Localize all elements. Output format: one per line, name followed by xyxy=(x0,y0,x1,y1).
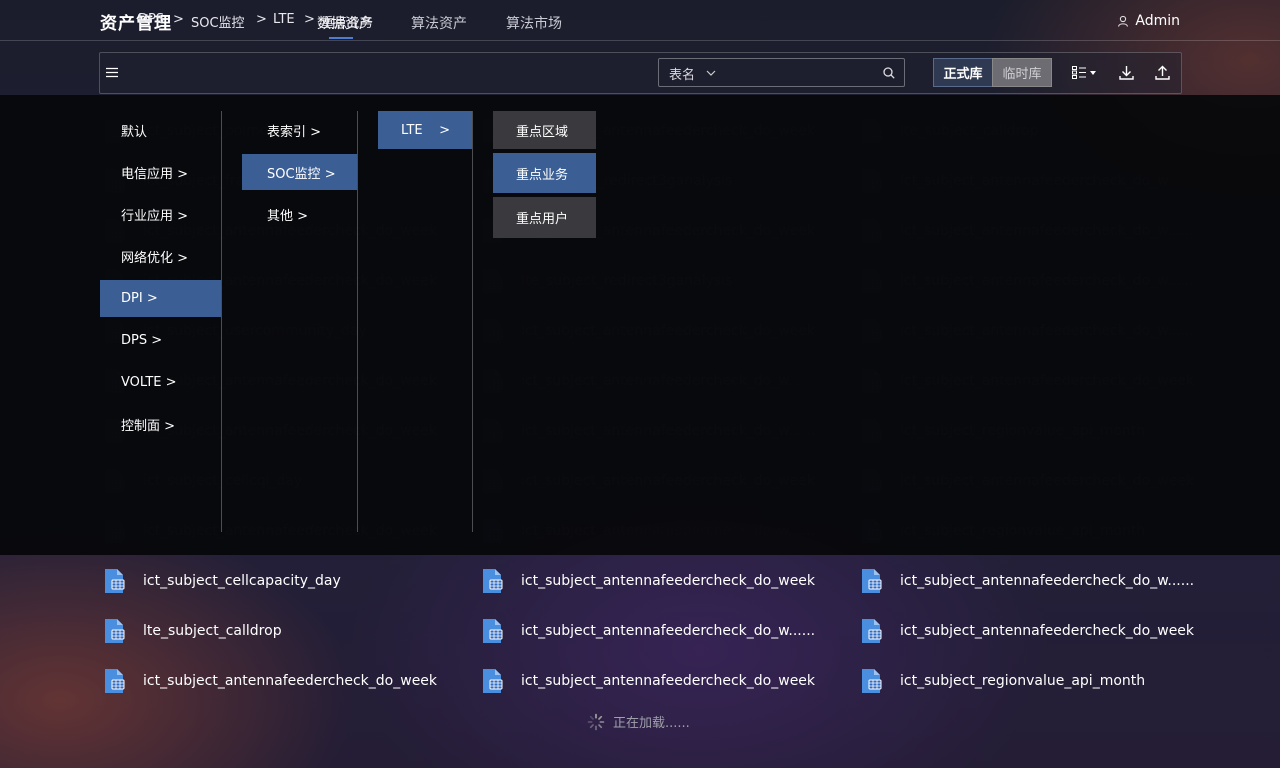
table-file-icon xyxy=(101,568,127,594)
file-item[interactable]: ict_subject_antennafeedercheck_do_w.....… xyxy=(479,619,815,643)
menu-item-dpi[interactable]: DPI > xyxy=(100,280,221,317)
breadcrumb-item-soc[interactable]: SOC监控 xyxy=(191,12,245,31)
formal-library-toggle[interactable]: 正式库 xyxy=(933,58,993,87)
file-name: ict_subject_antennafeedercheck_do_w.....… xyxy=(521,623,816,639)
menu-item-key-users[interactable]: 重点用户 xyxy=(493,197,596,238)
caret-down-icon xyxy=(1090,70,1096,75)
upload-icon[interactable] xyxy=(1155,65,1170,80)
menu-divider xyxy=(221,111,222,532)
search-box: 表名 xyxy=(658,58,905,87)
breadcrumb-separator: > xyxy=(304,12,315,27)
chevron-down-icon[interactable] xyxy=(706,70,716,77)
table-file-icon xyxy=(479,568,505,594)
table-file-icon xyxy=(858,618,884,644)
breadcrumb-item-dps[interactable]: DPS xyxy=(138,12,164,27)
menu-item-lte[interactable]: LTE > xyxy=(378,111,472,149)
file-name: ict_subject_regionvalue_api_month xyxy=(900,673,1146,689)
menu-item-dps[interactable]: DPS > xyxy=(100,322,221,358)
breadcrumb-separator: > xyxy=(173,12,184,27)
breadcrumb-item-lte[interactable]: LTE xyxy=(273,12,295,27)
menu-item-key-areas[interactable]: 重点区域 xyxy=(493,111,596,149)
user-name: Admin xyxy=(1135,13,1180,29)
file-name: ict_subject_antennafeedercheck_do_week xyxy=(900,623,1195,639)
file-name: ict_subject_cellcapacity_day xyxy=(143,573,341,589)
file-name: ict_subject_antennafeedercheck_do_week xyxy=(143,673,438,689)
menu-divider xyxy=(472,111,473,532)
user-icon xyxy=(1118,15,1129,27)
file-item[interactable]: lte_subject_calldrop xyxy=(101,619,282,643)
file-item[interactable]: ict_subject_antennafeedercheck_do_week xyxy=(479,569,815,593)
search-input[interactable] xyxy=(723,61,877,84)
file-item[interactable]: ict_subject_antennafeedercheck_do_w.....… xyxy=(858,569,1194,593)
table-file-icon xyxy=(479,668,505,694)
breadcrumb-item-current: 重点业务 xyxy=(321,16,374,31)
search-field-select[interactable]: 表名 xyxy=(669,64,695,83)
menu-item-volte[interactable]: VOLTE > xyxy=(100,364,221,400)
file-name: ict_subject_antennafeedercheck_do_week xyxy=(521,573,816,589)
loading-text: 正在加载...... xyxy=(613,716,690,731)
menu-item-key-services[interactable]: 重点业务 xyxy=(493,153,596,193)
menu-item-soc-monitoring[interactable]: SOC监控 > xyxy=(242,154,357,190)
file-item[interactable]: ict_subject_cellcapacity_day xyxy=(101,569,341,593)
download-icon[interactable] xyxy=(1119,65,1134,80)
view-mode-switch[interactable] xyxy=(1072,66,1096,79)
tab-algorithm-market[interactable]: 算法市场 xyxy=(506,13,562,33)
tab-algorithm-assets[interactable]: 算法资产 xyxy=(411,13,467,33)
active-tab-indicator xyxy=(329,37,353,39)
spinner-icon xyxy=(587,713,605,730)
file-name: lte_subject_calldrop xyxy=(143,623,282,639)
loading-indicator: 正在加载...... xyxy=(587,712,690,731)
menu-item-telecom-apps[interactable]: 电信应用 > xyxy=(100,154,221,190)
file-item[interactable]: ict_subject_antennafeedercheck_do_week xyxy=(479,669,815,693)
table-file-icon xyxy=(858,568,884,594)
menu-item-industry-apps[interactable]: 行业应用 > xyxy=(100,196,221,232)
file-name: ict_subject_antennafeedercheck_do_w.....… xyxy=(900,573,1195,589)
menu-icon[interactable] xyxy=(106,67,119,78)
menu-divider xyxy=(357,111,358,532)
temp-library-toggle[interactable]: 临时库 xyxy=(992,58,1052,87)
menu-item-control-plane[interactable]: 控制面 > xyxy=(100,406,221,442)
file-item[interactable]: ict_subject_antennafeedercheck_do_week xyxy=(858,619,1194,643)
file-item[interactable]: ict_subject_antennafeedercheck_do_week xyxy=(101,669,437,693)
user-menu[interactable]: Admin xyxy=(1117,13,1180,29)
search-icon[interactable] xyxy=(883,67,895,79)
file-item[interactable]: ict_subject_regionvalue_api_month xyxy=(858,669,1145,693)
menu-item-default[interactable]: 默认 xyxy=(100,112,221,148)
table-file-icon xyxy=(101,668,127,694)
table-file-icon xyxy=(479,618,505,644)
file-name: ict_subject_antennafeedercheck_do_week xyxy=(521,673,816,689)
table-file-icon xyxy=(858,668,884,694)
menu-item-table-index[interactable]: 表索引 > xyxy=(242,112,357,148)
breadcrumb-separator: > xyxy=(256,12,267,27)
menu-item-network-optimization[interactable]: 网络优化 > xyxy=(100,238,221,274)
table-file-icon xyxy=(101,618,127,644)
menu-item-other[interactable]: 其他 > xyxy=(242,196,357,232)
list-view-icon xyxy=(1072,66,1086,79)
